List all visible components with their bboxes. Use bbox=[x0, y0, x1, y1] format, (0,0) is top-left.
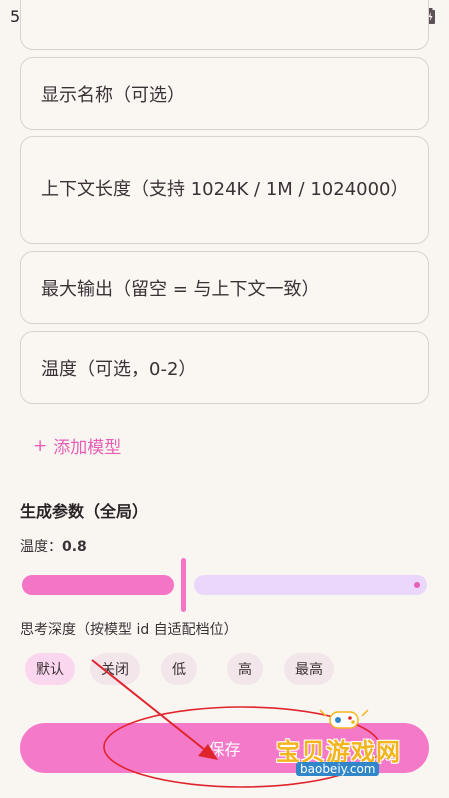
temperature-slider[interactable] bbox=[20, 556, 430, 612]
temperature-field[interactable]: 温度（可选，0-2） bbox=[20, 331, 429, 404]
max-output-placeholder: 最大输出（留空 = 与上下文一致） bbox=[41, 278, 320, 300]
thinking-depth-label: 思考深度（按模型 id 自适配档位） bbox=[20, 622, 238, 638]
display-name-placeholder: 显示名称（可选） bbox=[41, 84, 185, 106]
previous-field[interactable] bbox=[20, 0, 429, 50]
context-length-placeholder: 上下文长度（支持 1024K / 1M / 1024000） bbox=[41, 179, 409, 200]
slider-end-stop bbox=[414, 582, 420, 588]
add-model-button[interactable]: + 添加模型 bbox=[33, 433, 122, 459]
slider-inactive-track bbox=[194, 575, 427, 595]
slider-thumb[interactable] bbox=[181, 558, 186, 612]
display-name-field[interactable]: 显示名称（可选） bbox=[20, 57, 429, 130]
chip-default[interactable]: 默认 bbox=[25, 653, 75, 685]
temperature-readout-label: 温度： bbox=[20, 539, 62, 555]
temperature-readout-value: 0.8 bbox=[62, 539, 87, 555]
section-title: 生成参数（全局） bbox=[20, 502, 149, 521]
chip-high[interactable]: 高 bbox=[227, 653, 263, 685]
temperature-readout: 温度：0.8 bbox=[20, 536, 87, 556]
watermark: 宝贝游戏网 baobeiy.com bbox=[268, 709, 424, 782]
max-output-field[interactable]: 最大输出（留空 = 与上下文一致） bbox=[20, 251, 429, 324]
chip-low[interactable]: 低 bbox=[161, 653, 197, 685]
chip-off[interactable]: 关闭 bbox=[90, 653, 140, 685]
chip-highest[interactable]: 最高 bbox=[284, 653, 334, 685]
watermark-url: baobeiy.com bbox=[296, 762, 380, 776]
save-button-label: 保存 bbox=[208, 740, 241, 759]
add-model-label: 添加模型 bbox=[53, 438, 122, 458]
temperature-placeholder: 温度（可选，0-2） bbox=[41, 358, 197, 380]
chip-low-label: 低 bbox=[172, 662, 186, 678]
context-length-field[interactable]: 上下文长度（支持 1024K / 1M / 1024000） bbox=[20, 136, 429, 244]
gamepad-logo-icon bbox=[319, 709, 369, 729]
chip-default-label: 默认 bbox=[36, 662, 64, 678]
chip-off-label: 关闭 bbox=[101, 662, 129, 678]
chip-highest-label: 最高 bbox=[295, 662, 323, 678]
plus-icon: + bbox=[33, 435, 48, 456]
chip-high-label: 高 bbox=[238, 662, 252, 678]
slider-active-track bbox=[22, 575, 174, 595]
